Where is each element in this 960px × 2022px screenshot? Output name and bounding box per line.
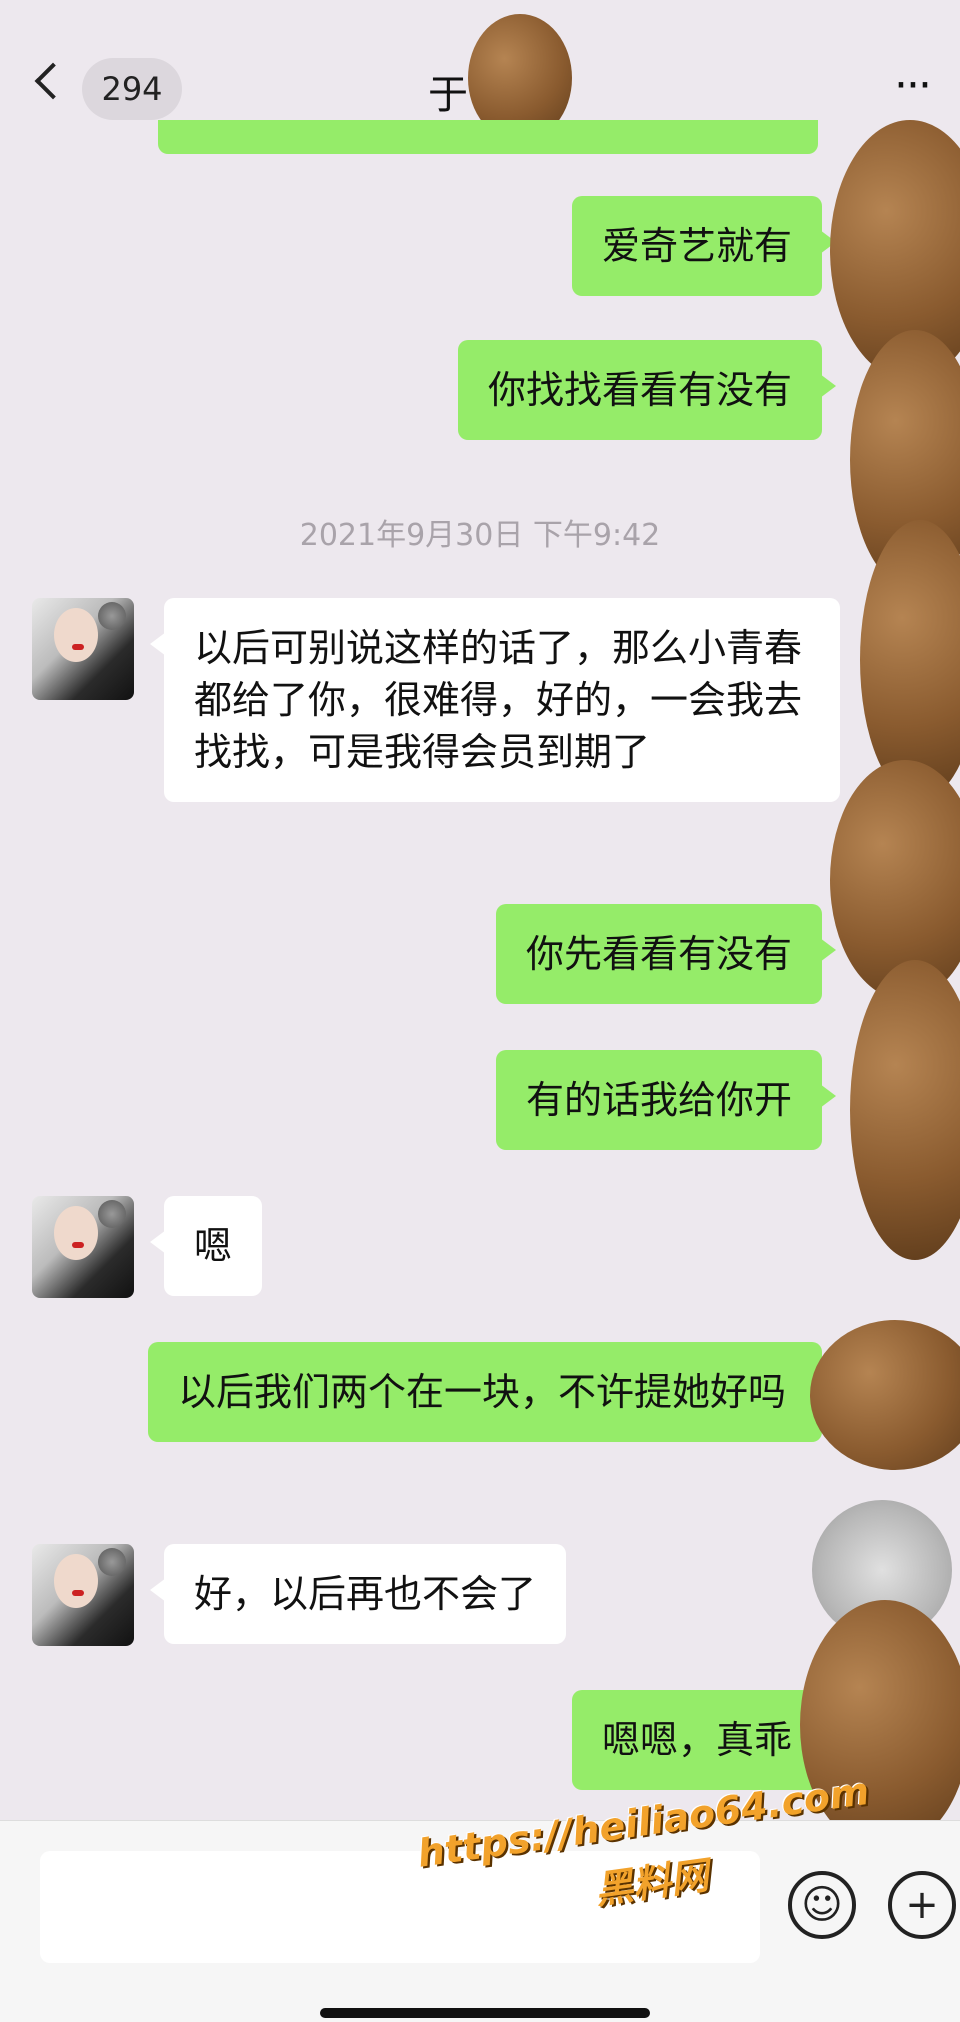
message-incoming[interactable]: 以后可别说这样的话了，那么小青春都给了你，很难得，好的，一会我去找找，可是我得会… xyxy=(150,598,840,802)
contact-name: 于 xyxy=(428,72,468,118)
message-timestamp: 2021年9月30日 下午9:42 xyxy=(299,518,661,553)
message-outgoing[interactable]: 以后我们两个在一块，不许提她好吗 xyxy=(148,1342,836,1442)
more-icon[interactable]: ··· xyxy=(894,60,932,111)
plus-icon[interactable]: + xyxy=(888,1871,956,1939)
avatar[interactable] xyxy=(32,1544,134,1646)
avatar-lips xyxy=(72,1242,84,1248)
message-outgoing[interactable]: 有的话我给你开 xyxy=(495,1050,837,1150)
unread-count-badge[interactable]: 294 xyxy=(82,58,182,120)
censor-blob xyxy=(830,760,960,1000)
message-incoming[interactable]: 好，以后再也不会了 xyxy=(149,1544,567,1644)
chevron-left-icon[interactable] xyxy=(34,62,72,100)
message-outgoing[interactable]: 你先看看有没有 xyxy=(495,904,837,1004)
avatar-face xyxy=(54,1206,98,1260)
avatar-face xyxy=(54,1554,98,1608)
avatar-face xyxy=(54,608,98,662)
previous-message-bubble xyxy=(158,120,818,154)
avatar-lips xyxy=(72,1590,84,1596)
message-outgoing[interactable]: 爱奇艺就有 xyxy=(571,196,837,296)
message-incoming[interactable]: 嗯 xyxy=(149,1196,263,1296)
microphone-icon xyxy=(98,602,126,630)
censor-blob xyxy=(850,960,960,1260)
message-outgoing[interactable]: 你找找看看有没有 xyxy=(457,340,837,440)
avatar[interactable] xyxy=(32,598,134,700)
avatar-lips xyxy=(72,644,84,650)
message-outgoing[interactable]: 嗯嗯，真乖 xyxy=(571,1690,837,1790)
censor-blob xyxy=(810,1320,960,1470)
microphone-icon xyxy=(98,1548,126,1576)
microphone-icon xyxy=(98,1200,126,1228)
home-indicator xyxy=(320,2008,650,2018)
avatar[interactable] xyxy=(32,1196,134,1298)
